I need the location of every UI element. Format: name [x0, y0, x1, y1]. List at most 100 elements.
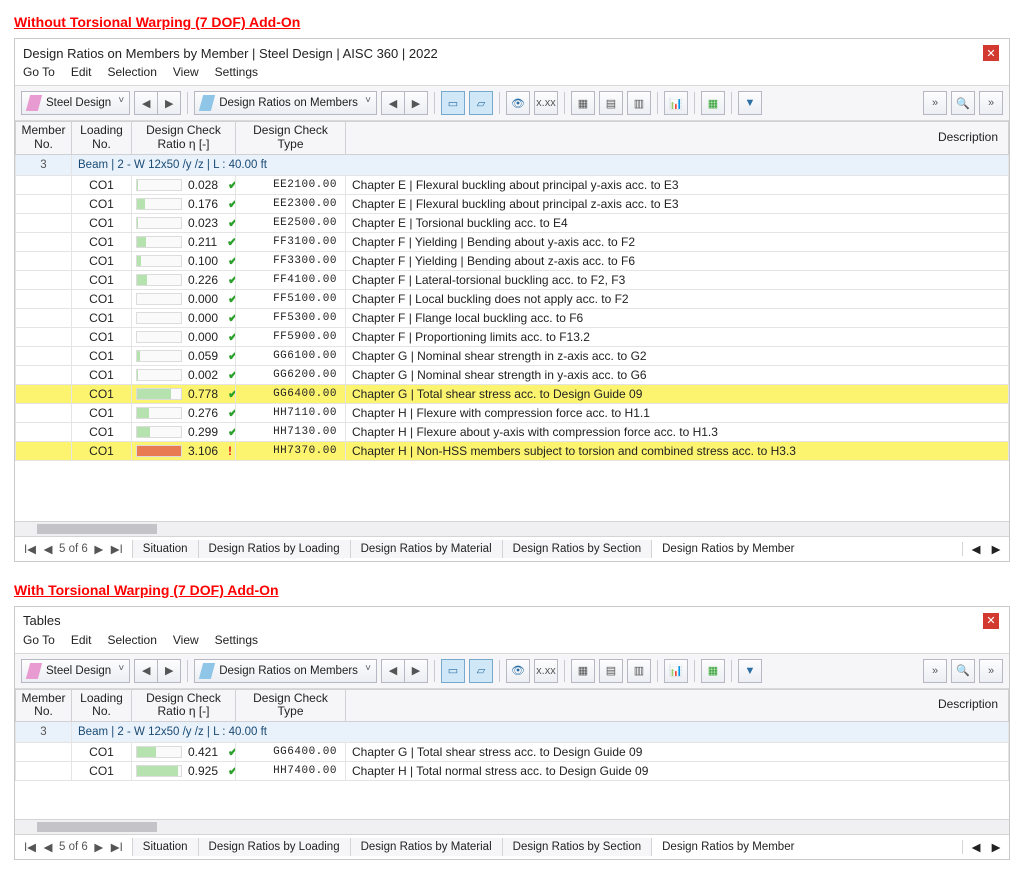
loading-cell: CO1 [72, 213, 132, 232]
decimals-icon[interactable]: x.xx [534, 659, 558, 683]
next-icon[interactable]: ▶ [405, 659, 428, 683]
more2-icon[interactable]: » [979, 91, 1003, 115]
card-icon[interactable]: ▤ [599, 659, 623, 683]
tab-design-ratios-by-loading[interactable]: Design Ratios by Loading [198, 838, 350, 856]
tab-scroll-left-icon[interactable]: ◀ [969, 840, 983, 854]
category-combo[interactable]: Steel Design [21, 91, 130, 115]
eye-icon[interactable]: 👁 [506, 659, 530, 683]
next-icon[interactable]: ▶ [158, 659, 181, 683]
tab-scroll-right-icon[interactable]: ▶ [989, 542, 1003, 556]
loading-cell: CO1 [72, 743, 132, 762]
decimals-icon[interactable]: x.xx [534, 91, 558, 115]
prev-icon[interactable]: ◀ [381, 659, 405, 683]
group-header[interactable]: Beam | 2 - W 12x50 /y /z | L : 40.00 ft [72, 154, 1009, 175]
col-member[interactable]: Member No. [16, 689, 72, 722]
grid-icon[interactable]: ▦ [571, 91, 595, 115]
menu-goto[interactable]: Go To [23, 65, 55, 79]
tab-situation[interactable]: Situation [132, 540, 198, 558]
chart-icon[interactable]: 📊 [664, 91, 688, 115]
filter-icon[interactable]: ▼ [738, 91, 762, 115]
more-icon[interactable]: » [923, 91, 947, 115]
filter-icon[interactable]: ▼ [738, 659, 762, 683]
tab-design-ratios-by-section[interactable]: Design Ratios by Section [502, 540, 651, 558]
col-ratio[interactable]: Design Check Ratio η [-] [132, 122, 236, 155]
ratio-cell: 0.000 ✔ [132, 327, 236, 346]
table-combo[interactable]: Design Ratios on Members [194, 659, 377, 683]
table-combo[interactable]: Design Ratios on Members [194, 91, 377, 115]
last-icon[interactable]: ▶I [110, 542, 124, 556]
next-icon[interactable]: ▶ [405, 91, 428, 115]
col-desc[interactable]: Description [346, 122, 1009, 155]
ratio-cell: 0.028 ✔ [132, 175, 236, 194]
tab-scroll-right-icon[interactable]: ▶ [989, 840, 1003, 854]
prev-icon[interactable]: ◀ [134, 91, 158, 115]
close-icon[interactable]: ✕ [983, 45, 999, 61]
eye-icon[interactable]: 👁 [506, 91, 530, 115]
menu-settings[interactable]: Settings [215, 65, 258, 79]
col-desc[interactable]: Description [346, 689, 1009, 722]
member-cell [16, 441, 72, 460]
select-rect-icon[interactable]: ▭ [441, 659, 465, 683]
hscroll[interactable] [15, 521, 1009, 536]
chart-icon[interactable]: 📊 [664, 659, 688, 683]
check-icon: ✔ [228, 216, 235, 230]
type-cell: FF5100.00 [236, 289, 346, 308]
excel-icon[interactable]: ▦ [701, 91, 725, 115]
panel-without: Design Ratios on Members by Member | Ste… [14, 38, 1010, 562]
member-cell [16, 743, 72, 762]
col-loading[interactable]: Loading No. [72, 689, 132, 722]
select-rect-icon[interactable]: ▭ [441, 91, 465, 115]
tab-design-ratios-by-member[interactable]: Design Ratios by Member [651, 540, 804, 558]
menu-settings[interactable]: Settings [215, 633, 258, 647]
col-member[interactable]: Member No. [16, 122, 72, 155]
col-ratio[interactable]: Design Check Ratio η [-] [132, 689, 236, 722]
tab-design-ratios-by-member[interactable]: Design Ratios by Member [651, 838, 804, 856]
card2-icon[interactable]: ▥ [627, 659, 651, 683]
tab-design-ratios-by-material[interactable]: Design Ratios by Material [350, 838, 502, 856]
first-icon[interactable]: I◀ [23, 840, 37, 854]
first-icon[interactable]: I◀ [23, 542, 37, 556]
menu-edit[interactable]: Edit [71, 65, 92, 79]
hscroll[interactable] [15, 819, 1009, 834]
menu-selection[interactable]: Selection [108, 65, 157, 79]
description-cell: Chapter H | Non-HSS members subject to t… [346, 441, 1009, 460]
menu-goto[interactable]: Go To [23, 633, 55, 647]
ratio-cell: 0.059 ✔ [132, 346, 236, 365]
prev-icon[interactable]: ◀ [381, 91, 405, 115]
prev-icon[interactable]: ◀ [41, 542, 55, 556]
next-icon[interactable]: ▶ [92, 542, 106, 556]
tab-scroll-left-icon[interactable]: ◀ [969, 542, 983, 556]
select-poly-icon[interactable]: ▱ [469, 91, 493, 115]
more2-icon[interactable]: » [979, 659, 1003, 683]
member-cell [16, 251, 72, 270]
col-type[interactable]: Design Check Type [236, 122, 346, 155]
tab-design-ratios-by-section[interactable]: Design Ratios by Section [502, 838, 651, 856]
col-type[interactable]: Design Check Type [236, 689, 346, 722]
close-icon[interactable]: ✕ [983, 613, 999, 629]
tab-situation[interactable]: Situation [132, 838, 198, 856]
menu-edit[interactable]: Edit [71, 633, 92, 647]
next-icon[interactable]: ▶ [92, 840, 106, 854]
last-icon[interactable]: ▶I [110, 840, 124, 854]
col-loading[interactable]: Loading No. [72, 122, 132, 155]
excel-icon[interactable]: ▦ [701, 659, 725, 683]
tab-design-ratios-by-material[interactable]: Design Ratios by Material [350, 540, 502, 558]
prev-icon[interactable]: ◀ [41, 840, 55, 854]
find-icon[interactable]: 🔍 [951, 91, 975, 115]
tab-design-ratios-by-loading[interactable]: Design Ratios by Loading [198, 540, 350, 558]
menu-selection[interactable]: Selection [108, 633, 157, 647]
select-poly-icon[interactable]: ▱ [469, 659, 493, 683]
find-icon[interactable]: 🔍 [951, 659, 975, 683]
card2-icon[interactable]: ▥ [627, 91, 651, 115]
menu-view[interactable]: View [173, 65, 199, 79]
card-icon[interactable]: ▤ [599, 91, 623, 115]
more-icon[interactable]: » [923, 659, 947, 683]
menu-view[interactable]: View [173, 633, 199, 647]
next-icon[interactable]: ▶ [158, 91, 181, 115]
prev-icon[interactable]: ◀ [134, 659, 158, 683]
group-header[interactable]: Beam | 2 - W 12x50 /y /z | L : 40.00 ft [72, 722, 1009, 743]
grid-icon[interactable]: ▦ [571, 659, 595, 683]
member-no: 3 [16, 154, 72, 175]
category-combo[interactable]: Steel Design [21, 659, 130, 683]
description-cell: Chapter H | Flexure about y-axis with co… [346, 422, 1009, 441]
